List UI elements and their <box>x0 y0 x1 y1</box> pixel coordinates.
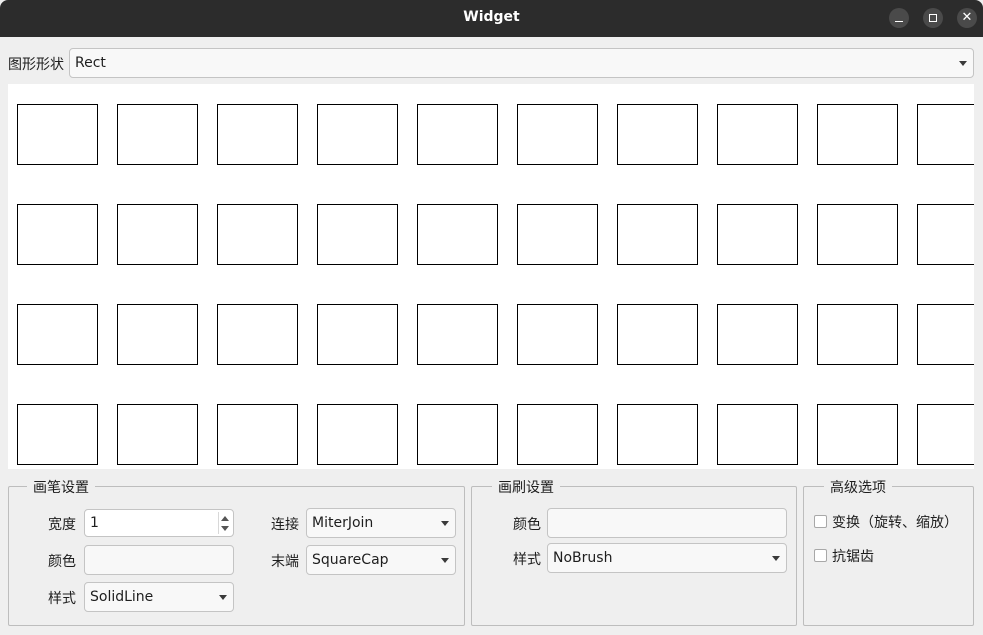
shape-rect <box>917 104 974 165</box>
shape-rect <box>417 404 498 465</box>
maximize-button[interactable] <box>923 8 943 28</box>
shape-rect <box>117 404 198 465</box>
antialias-checkbox[interactable] <box>814 549 827 562</box>
shape-rect <box>117 304 198 365</box>
shape-rect <box>817 404 898 465</box>
pen-join-combo[interactable]: MiterJoin <box>306 508 456 538</box>
spin-up-icon[interactable] <box>221 516 229 521</box>
pen-width-value: 1 <box>90 515 99 531</box>
pen-settings-title: 画笔设置 <box>27 477 95 497</box>
shape-rect <box>517 204 598 265</box>
shape-rect <box>17 304 98 365</box>
shape-rect <box>517 404 598 465</box>
chevron-down-icon <box>772 556 780 561</box>
pen-cap-label: 末端 <box>271 554 299 570</box>
shape-rect <box>917 404 974 465</box>
shape-rect <box>817 304 898 365</box>
chevron-down-icon <box>219 595 227 600</box>
shape-rect <box>717 104 798 165</box>
transform-label[interactable]: 变换（旋转、缩放） <box>832 512 958 532</box>
shape-rect <box>317 404 398 465</box>
brush-style-combo[interactable]: NoBrush <box>547 543 787 573</box>
shape-rect <box>17 404 98 465</box>
title-bar: Widget ✕ <box>0 0 983 37</box>
shape-rect <box>317 304 398 365</box>
minimize-icon <box>895 21 903 22</box>
shape-combo[interactable]: Rect <box>69 48 974 78</box>
advanced-options-title: 高级选项 <box>824 477 892 497</box>
brush-settings-group: 画刷设置 颜色 样式 NoBrush <box>471 477 797 626</box>
pen-color-button[interactable] <box>84 545 234 575</box>
close-icon: ✕ <box>961 10 973 25</box>
shape-combo-value: Rect <box>75 55 106 71</box>
shape-rect <box>317 104 398 165</box>
drawing-canvas <box>8 84 974 469</box>
brush-settings-title: 画刷设置 <box>492 477 560 497</box>
minimize-button[interactable] <box>889 8 909 28</box>
shape-rect <box>117 104 198 165</box>
shape-rect <box>617 304 698 365</box>
spin-down-icon[interactable] <box>221 526 229 531</box>
shape-rect <box>217 104 298 165</box>
pen-style-label: 样式 <box>48 591 76 607</box>
shape-rect <box>717 304 798 365</box>
shape-rect <box>517 304 598 365</box>
pen-width-spinbox[interactable]: 1 <box>84 509 234 537</box>
shape-rect <box>17 204 98 265</box>
close-button[interactable]: ✕ <box>957 8 977 28</box>
advanced-options-group: 高级选项 变换（旋转、缩放） 抗锯齿 <box>803 477 974 626</box>
brush-style-label: 样式 <box>513 552 541 568</box>
window-title: Widget <box>463 9 520 25</box>
brush-color-label: 颜色 <box>513 517 541 533</box>
pen-style-combo[interactable]: SolidLine <box>84 582 234 612</box>
transform-checkbox[interactable] <box>814 515 827 528</box>
shape-rect <box>617 404 698 465</box>
shape-rect <box>317 204 398 265</box>
shape-rect <box>417 304 498 365</box>
brush-color-button[interactable] <box>547 508 787 538</box>
shape-rect <box>917 204 974 265</box>
chevron-down-icon <box>959 61 967 66</box>
shape-rect <box>517 104 598 165</box>
shape-rect <box>617 104 698 165</box>
antialias-label[interactable]: 抗锯齿 <box>832 546 874 566</box>
shape-label: 图形形状 <box>8 57 64 73</box>
pen-join-value: MiterJoin <box>312 515 374 531</box>
brush-style-value: NoBrush <box>553 550 613 566</box>
shape-rect <box>717 404 798 465</box>
shape-rect <box>217 304 298 365</box>
shape-rect <box>917 304 974 365</box>
chevron-down-icon <box>441 521 449 526</box>
shape-rect <box>417 204 498 265</box>
pen-cap-value: SquareCap <box>312 552 389 568</box>
chevron-down-icon <box>441 558 449 563</box>
shape-rect <box>117 204 198 265</box>
pen-color-label: 颜色 <box>48 554 76 570</box>
shape-rect <box>817 104 898 165</box>
maximize-icon <box>929 14 937 22</box>
pen-width-label: 宽度 <box>48 517 76 533</box>
shape-rect <box>217 404 298 465</box>
pen-settings-group: 画笔设置 宽度 1 颜色 样式 SolidLine 连接 MiterJoin 末… <box>8 477 465 626</box>
shape-rect <box>717 204 798 265</box>
pen-cap-combo[interactable]: SquareCap <box>306 545 456 575</box>
shape-rect <box>17 104 98 165</box>
shape-rect <box>817 204 898 265</box>
pen-join-label: 连接 <box>271 517 299 533</box>
shape-rect <box>217 204 298 265</box>
spin-separator <box>218 512 219 534</box>
pen-style-value: SolidLine <box>90 589 154 605</box>
shape-rect <box>417 104 498 165</box>
shape-rect <box>617 204 698 265</box>
